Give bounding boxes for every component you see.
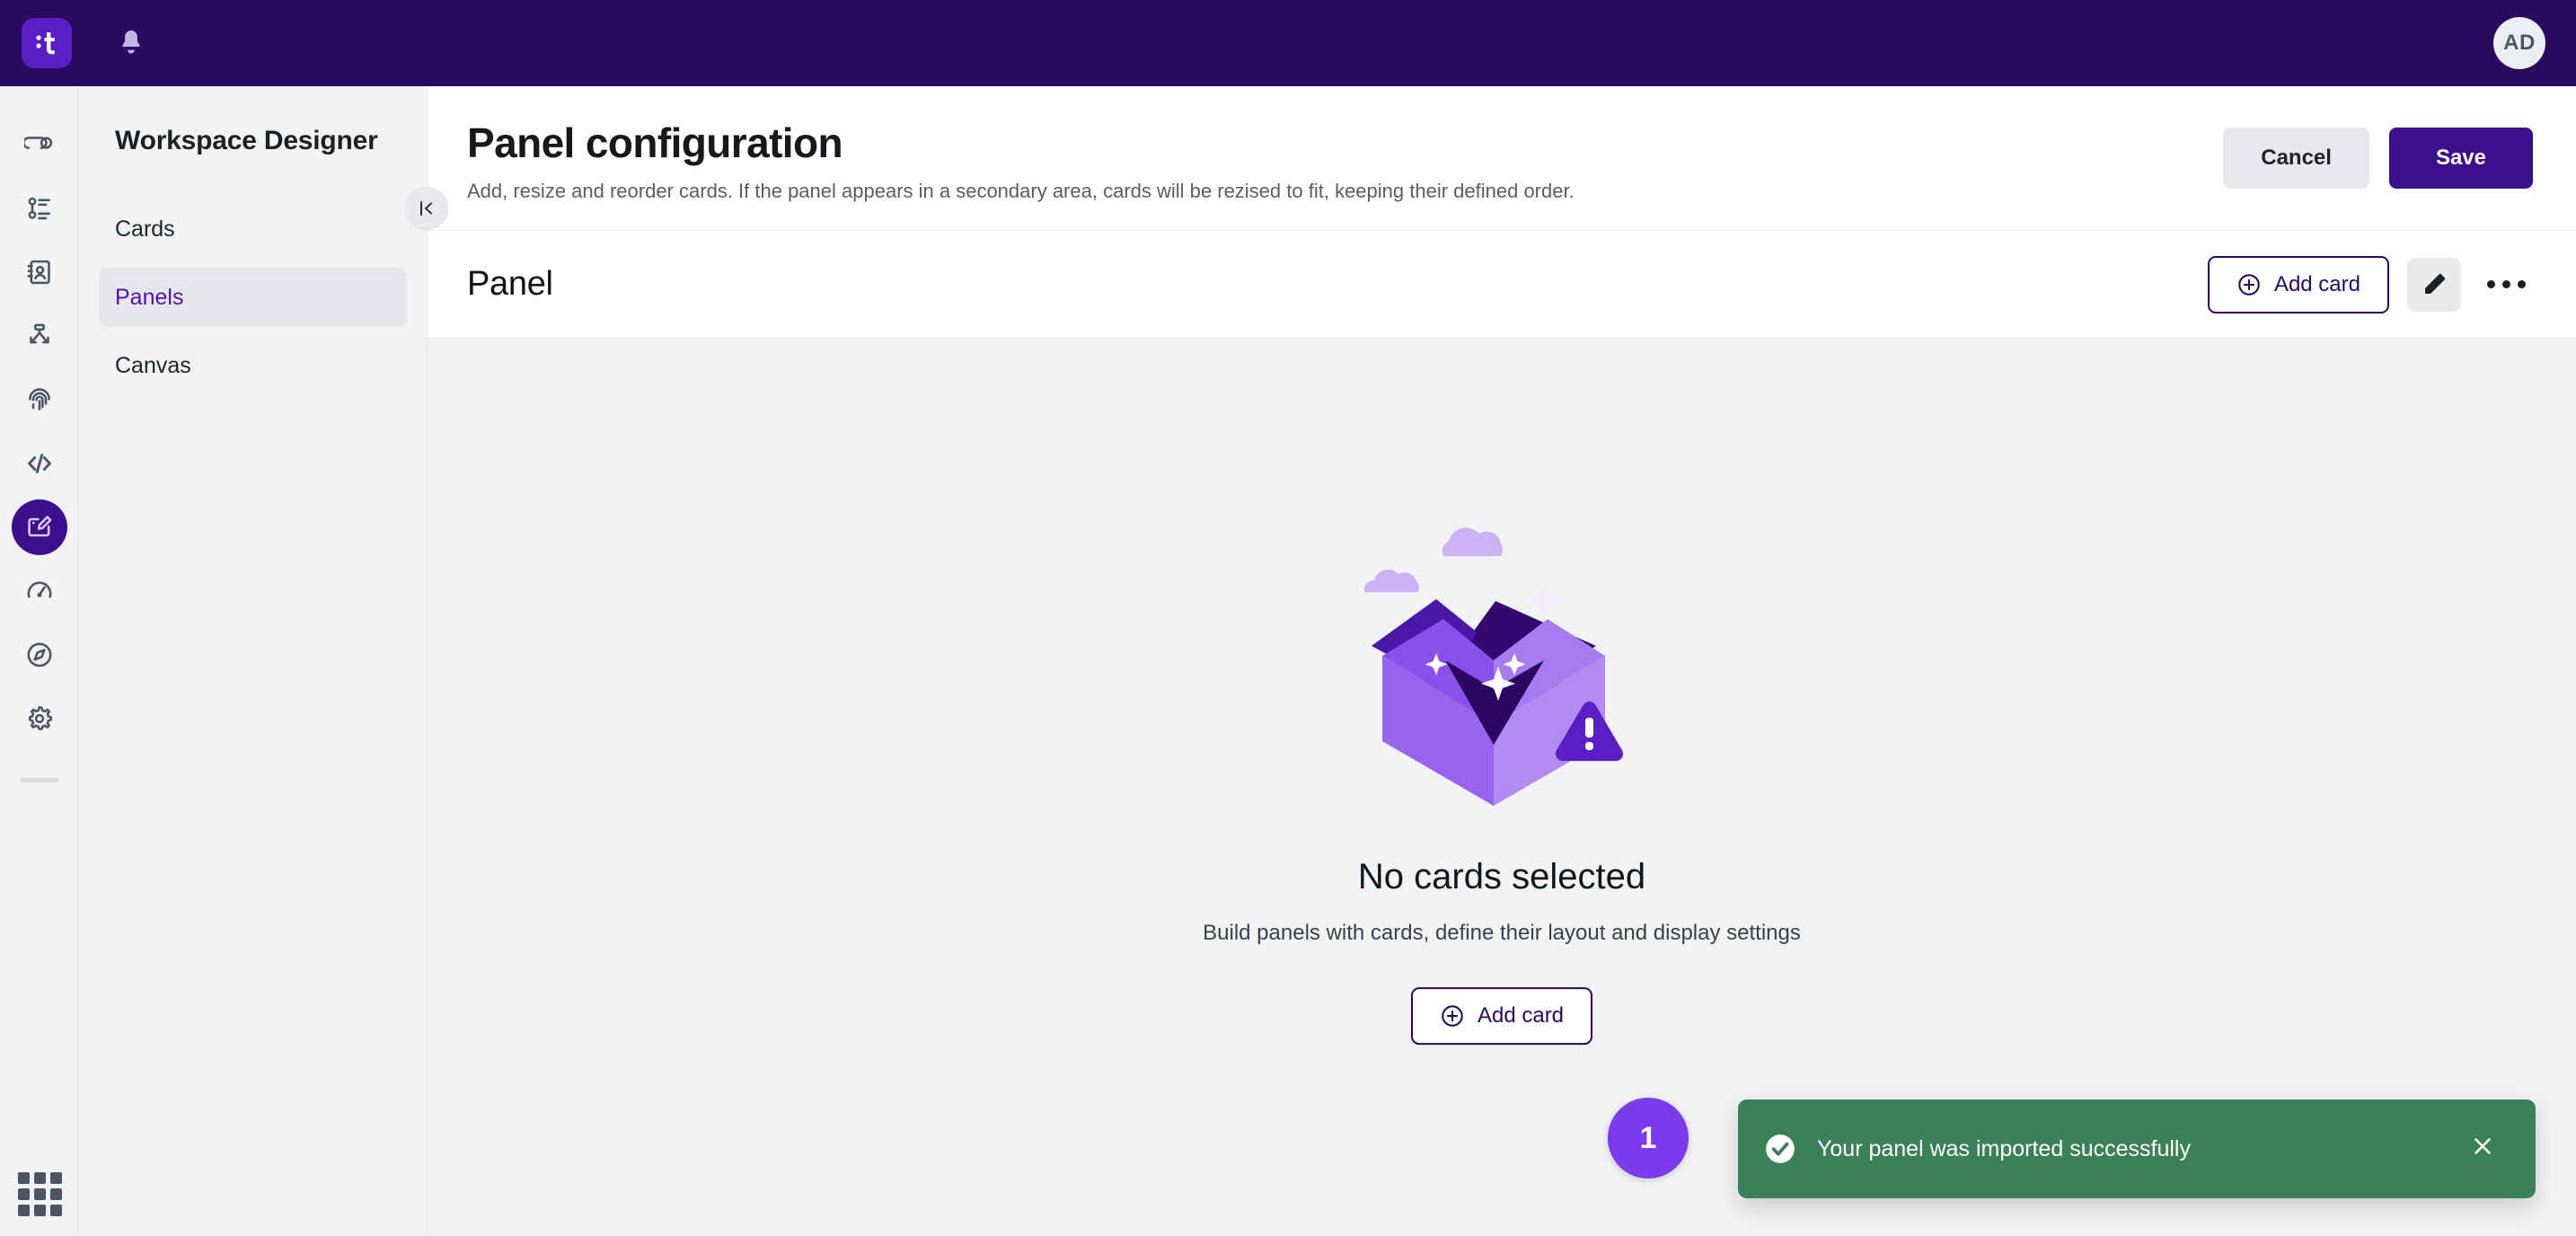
rail-item-developer[interactable] (12, 436, 67, 491)
gear-icon (28, 706, 52, 730)
add-card-label-empty: Add card (1477, 1002, 1565, 1028)
fingerprint-icon (28, 388, 50, 411)
check-circle-icon-svg (1766, 1134, 1795, 1163)
empty-box-illustration-svg (1363, 527, 1623, 806)
sidebar-title: Workspace Designer (115, 126, 378, 155)
panel-toolbar: Panel Add card (428, 231, 2576, 339)
top-bar: AD (0, 0, 2576, 86)
empty-state-cta: Add card (1410, 986, 1593, 1045)
page-subtitle: Add, resize and reorder cards. If the pa… (467, 180, 1575, 202)
cancel-button[interactable]: Cancel (2223, 128, 2369, 189)
rail-item-sequences[interactable] (12, 181, 67, 236)
app-switcher-grid-icon[interactable] (17, 1172, 62, 1216)
rail-item-performance[interactable] (12, 563, 67, 619)
panel-toolbar-actions: Add card (2207, 255, 2533, 313)
rail-item-explore[interactable] (12, 627, 67, 683)
compass-icon (27, 642, 51, 667)
rail-item-branching[interactable] (12, 308, 67, 364)
rail-item-contacts[interactable] (12, 244, 67, 300)
sidebar-nav-list: Cards Panels Canvas (99, 199, 407, 395)
app-root: AD Workspace Designer Cards Panels Canva… (0, 0, 2576, 1236)
code-icon (27, 454, 51, 473)
page-header-actions: Cancel Save (2223, 119, 2533, 189)
collapse-left-icon (420, 201, 432, 216)
it-logo-icon (36, 32, 55, 55)
sidebar-item-cards[interactable]: Cards (99, 199, 407, 259)
sidebar-item-panels[interactable]: Panels (99, 268, 407, 327)
avatar[interactable]: AD (2493, 17, 2545, 69)
rail-item-journeys[interactable] (12, 117, 67, 172)
edit-panel-button[interactable] (2407, 257, 2461, 312)
toast-message: Your panel was imported successfully (1817, 1135, 2191, 1161)
icon-rail (0, 86, 79, 1236)
toast-close-button[interactable] (2460, 1127, 2505, 1170)
rail-item-identity[interactable] (12, 372, 67, 428)
panel-more-menu-button[interactable] (2479, 258, 2533, 312)
rail-divider (19, 778, 59, 782)
plus-circle-icon (2238, 273, 2260, 296)
designer-icon (27, 516, 51, 537)
add-card-label-top: Add card (2273, 271, 2360, 296)
check-circle-icon (1763, 1132, 1797, 1166)
sidebar-collapse-button[interactable] (405, 187, 448, 230)
save-button[interactable]: Save (2388, 128, 2533, 189)
journey-icon (23, 137, 52, 149)
success-toast: Your panel was imported successfully (1738, 1099, 2536, 1198)
empty-state-subtitle: Build panels with cards, define their la… (1203, 920, 1801, 945)
close-icon (2475, 1138, 2491, 1154)
add-card-button-empty[interactable]: Add card (1410, 986, 1593, 1045)
pencil-icon (2425, 273, 2446, 294)
main-content: Panel configuration Add, resize and reor… (428, 86, 2576, 1236)
workspace-sidebar: Workspace Designer Cards Panels Canvas (79, 86, 448, 1236)
panel-name: Panel (467, 265, 553, 303)
sparkle-outer (1530, 586, 1557, 614)
more-horizontal-icon (2486, 280, 2526, 288)
plus-circle-icon (1442, 1004, 1463, 1027)
gauge-icon (27, 581, 51, 598)
branch-split-icon (29, 323, 49, 344)
sidebar-item-canvas[interactable]: Canvas (99, 336, 407, 395)
rail-bottom (0, 1172, 79, 1216)
page-header-text: Panel configuration Add, resize and reor… (463, 119, 2223, 203)
step-badge[interactable]: 1 (1608, 1098, 1689, 1179)
empty-box-illustration (1336, 509, 1668, 810)
app-body: Workspace Designer Cards Panels Canvas P… (0, 86, 2576, 1236)
timeline-list-icon (28, 197, 50, 220)
app-logo[interactable] (22, 18, 72, 68)
rail-item-settings[interactable] (12, 691, 67, 746)
add-card-button-top[interactable]: Add card (2207, 255, 2389, 313)
bell-icon (122, 30, 140, 54)
page-title: Panel configuration (467, 119, 843, 166)
empty-state: No cards selected Build panels with card… (428, 509, 2576, 1045)
contact-book-icon (27, 260, 50, 285)
notifications-button[interactable] (104, 16, 158, 70)
rail-item-designer[interactable] (11, 499, 67, 555)
page-header: Panel configuration Add, resize and reor… (428, 86, 2576, 231)
empty-state-title: No cards selected (1357, 856, 1646, 896)
cloud-shapes (1363, 527, 1503, 592)
